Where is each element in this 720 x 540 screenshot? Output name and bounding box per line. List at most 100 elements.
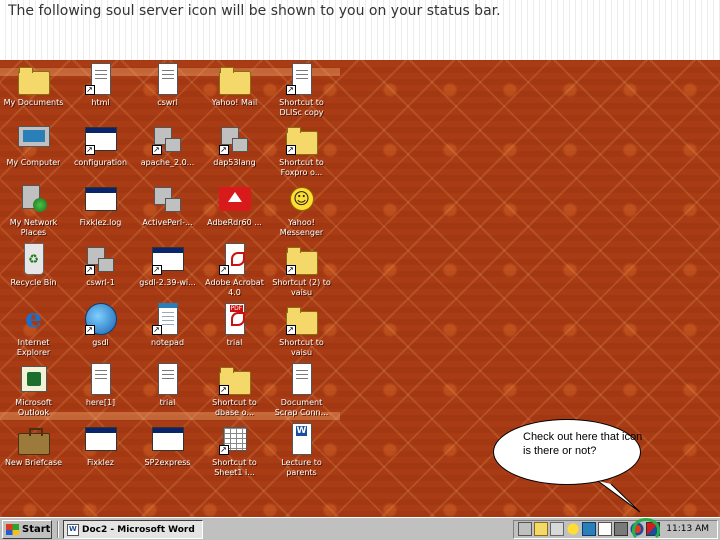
system-tray: 11:13 AM — [513, 518, 718, 540]
desktop-icon[interactable]: Recycle Bin — [0, 242, 67, 302]
shortcut-document-icon: ↗ — [84, 63, 117, 95]
desktop-icon-label: AdbeRdr60 ... — [207, 218, 262, 227]
shortcut-arrow-icon: ↗ — [285, 85, 296, 95]
desktop-icon-label: cswrl — [157, 98, 178, 107]
yahoo-mail-folder-icon — [218, 63, 251, 95]
task-button-label: Doc2 - Microsoft Word — [82, 524, 195, 535]
desktop-icon[interactable]: Yahoo! Messenger — [268, 182, 335, 242]
desktop-icon[interactable]: ↗ Shortcut to dbase o... — [201, 362, 268, 422]
desktop-icon[interactable]: ↗ Adobe Acrobat 4.0 — [201, 242, 268, 302]
shortcut-arrow-icon: ↗ — [84, 325, 95, 335]
desktop-icon[interactable]: Microsoft Outlook — [0, 362, 67, 422]
desktop-icon-label: Microsoft Outlook — [15, 398, 52, 417]
desktop-icon[interactable]: ↗ Shortcut to vaisu — [268, 302, 335, 362]
desktop-icon-label: Yahoo! Mail — [211, 98, 258, 107]
taskbar-separator — [57, 521, 59, 538]
printer-tray-icon[interactable] — [550, 522, 564, 536]
desktop-icon-label: dap53lang — [213, 158, 256, 167]
desktop-icon-label: Fixklez — [87, 458, 114, 467]
desktop-icon[interactable]: My Computer — [0, 122, 67, 182]
desktop-icon[interactable]: ↗ Shortcut to Foxpro o... — [268, 122, 335, 182]
desktop-icon[interactable]: cswrl — [134, 62, 201, 122]
recycle-bin-icon — [18, 243, 50, 275]
desktop-icon-label: Yahoo! Messenger — [279, 218, 324, 237]
desktop-icon[interactable]: ↗ configuration — [67, 122, 134, 182]
desktop-icon[interactable]: ↗ gsdl — [67, 302, 134, 362]
desktop-icon-label: gsdl-2.39-wi... — [139, 278, 196, 287]
desktop-icon[interactable]: ↗ cswrl-1 — [67, 242, 134, 302]
window-shortcut-icon: ↗ — [84, 123, 117, 155]
desktop-icon[interactable]: My Network Places — [0, 182, 67, 242]
desktop-icon[interactable]: e Internet Explorer — [0, 302, 67, 362]
shortcut-arrow-icon: ↗ — [218, 145, 229, 155]
desktop-icon[interactable]: ↗ Shortcut (2) to vaisu — [268, 242, 335, 302]
desktop-icon[interactable]: ↗ apache_2.0... — [134, 122, 201, 182]
internet-explorer-icon: e — [25, 304, 42, 334]
tray-clock[interactable]: 11:13 AM — [666, 524, 709, 534]
shortcut-arrow-icon: ↗ — [218, 265, 229, 275]
desktop-icon[interactable]: ↗ html — [67, 62, 134, 122]
desktop-icon[interactable]: PDF trial — [201, 302, 268, 362]
desktop-icon-label: My Network Places — [9, 218, 58, 237]
task-button-word[interactable]: Doc2 - Microsoft Word — [63, 520, 203, 539]
computer-icon — [17, 123, 50, 155]
adobe-reader-icon — [218, 183, 251, 215]
folder-tray-icon[interactable] — [534, 522, 548, 536]
shortcut-folder-icon: ↗ — [218, 363, 251, 395]
window-shortcut-icon: ↗ — [151, 243, 184, 275]
desktop-icon[interactable]: Fixklez.log — [67, 182, 134, 242]
yahoo-messenger-icon — [286, 183, 318, 215]
shortcut-arrow-icon: ↗ — [285, 325, 296, 335]
desktop-icon[interactable]: ActivePerl-... — [134, 182, 201, 242]
network-tray-icon[interactable] — [518, 522, 532, 536]
shortcut-arrow-icon: ↗ — [151, 325, 162, 335]
desktop-icon[interactable]: New Briefcase — [0, 422, 67, 482]
desktop-icon[interactable]: ↗ Shortcut to Sheet1 i... — [201, 422, 268, 482]
taskbar: Start Doc2 - Microsoft Word 11:13 AM — [0, 517, 720, 540]
desktop-icon[interactable]: AdbeRdr60 ... — [201, 182, 268, 242]
folder-documents-icon — [17, 63, 50, 95]
desktop-icon-label: Recycle Bin — [10, 278, 57, 287]
document-icon — [152, 63, 184, 95]
shortcut-arrow-icon: ↗ — [218, 385, 229, 395]
desktop-icon[interactable]: Yahoo! Mail — [201, 62, 268, 122]
word-icon — [67, 523, 79, 536]
desktop-icon-label: Fixklez.log — [79, 218, 122, 227]
desktop-icon-label: gsdl — [92, 338, 109, 347]
desktop-icon-label: trial — [159, 398, 176, 407]
desktop-icon[interactable]: Document Scrap Conn... — [268, 362, 335, 422]
shortcut-document-icon: ↗ — [285, 63, 318, 95]
desktop-icon[interactable]: here[1] — [67, 362, 134, 422]
weather-tray-icon[interactable] — [566, 522, 580, 536]
desktop-icon[interactable]: Lecture to parents — [268, 422, 335, 482]
network-computer-icon: ↗ — [84, 243, 117, 275]
document-tray-icon[interactable] — [598, 522, 612, 536]
desktop-icon[interactable]: ↗ notepad — [134, 302, 201, 362]
monitor-tray-icon[interactable] — [582, 522, 596, 536]
word-document-icon — [286, 423, 318, 455]
scrap-document-icon — [286, 363, 318, 395]
window-app-icon — [84, 423, 117, 455]
desktop-icon[interactable]: ↗ dap53lang — [201, 122, 268, 182]
speaker-tray-icon[interactable] — [614, 522, 628, 536]
desktop-icon[interactable]: ↗ Shortcut to DLISc copy — [268, 62, 335, 122]
desktop-icon[interactable]: ↗ gsdl-2.39-wi... — [134, 242, 201, 302]
desktop-icon[interactable]: My Documents — [0, 62, 67, 122]
pdf-document-icon: PDF — [219, 303, 251, 335]
desktop-icon-label: cswrl-1 — [86, 278, 115, 287]
desktop-icon[interactable]: Fixklez — [67, 422, 134, 482]
desktop-icon-label: New Briefcase — [4, 458, 63, 467]
desktop-icon[interactable]: SP2express — [134, 422, 201, 482]
shortcut-arrow-icon: ↗ — [285, 265, 296, 275]
desktop-icon[interactable]: trial — [134, 362, 201, 422]
desktop-icon-label: Internet Explorer — [16, 338, 51, 357]
start-button[interactable]: Start — [2, 520, 52, 539]
shortcut-folder-icon: ↗ — [285, 303, 318, 335]
desktop-icon-label: Document Scrap Conn... — [274, 398, 329, 417]
desktop-icon-label: trial — [226, 338, 243, 347]
window-log-icon — [84, 183, 117, 215]
window-app-icon — [151, 423, 184, 455]
outlook-icon — [18, 363, 50, 395]
desktop-icon-label: Shortcut to Foxpro o... — [279, 158, 324, 177]
document-icon — [152, 363, 184, 395]
